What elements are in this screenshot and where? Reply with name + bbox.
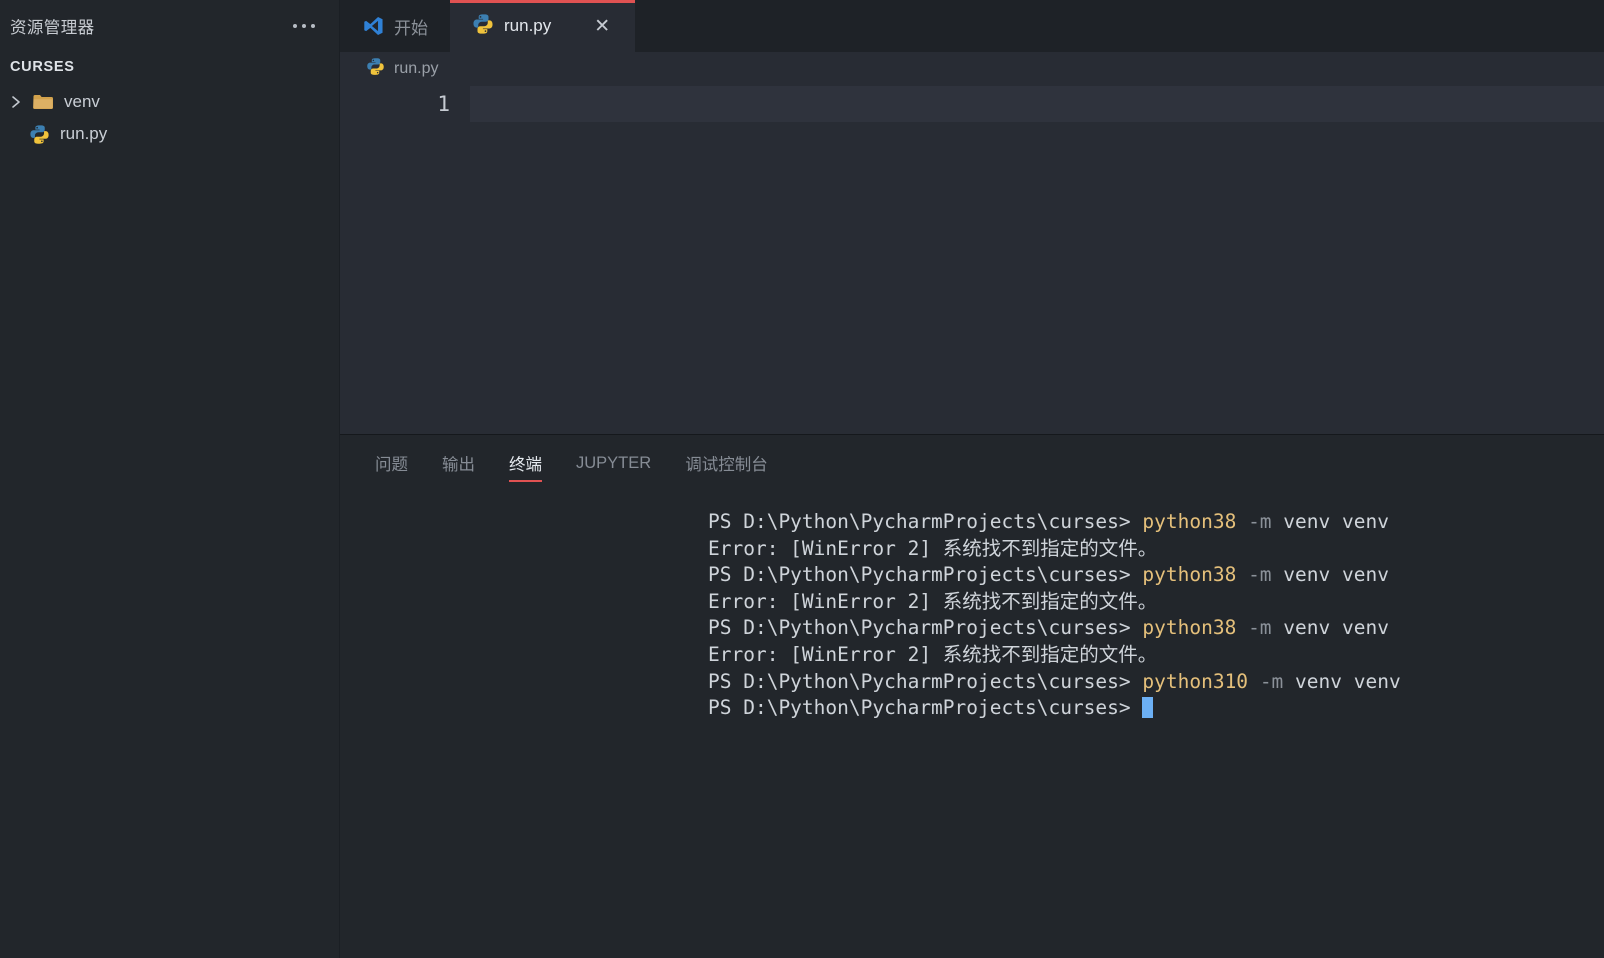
- panel-tab-label: 调试控制台: [685, 456, 768, 474]
- terminal-line: PS D:\Python\PycharmProjects\curses> pyt…: [708, 615, 1604, 642]
- ellipsis-dot: [293, 24, 297, 28]
- terminal-line: PS D:\Python\PycharmProjects\curses> pyt…: [708, 509, 1604, 536]
- panel-tab-label: 问题: [375, 456, 408, 474]
- terminal-cursor: [1142, 697, 1154, 719]
- ellipsis-dot: [302, 24, 306, 28]
- terminal-text: venv venv: [1271, 616, 1389, 640]
- line-content[interactable]: [470, 86, 1604, 122]
- tab-label: run.py: [504, 16, 552, 35]
- terminal-line: PS D:\Python\PycharmProjects\curses>: [708, 695, 1604, 722]
- tree-item-run-py[interactable]: run.py: [0, 118, 339, 150]
- close-icon[interactable]: ✕: [591, 15, 613, 37]
- terminal-line: Error: [WinError 2] 系统找不到指定的文件。: [708, 536, 1604, 563]
- line-number: 1: [437, 92, 450, 116]
- explorer-header: 资源管理器: [0, 0, 339, 52]
- editor-region: 开始 run.py ✕ run.py 1 问题 输出 终端 JUPYTER 调试…: [340, 0, 1604, 958]
- terminal-text: venv venv: [1271, 563, 1389, 587]
- code-surface[interactable]: 1: [340, 86, 1604, 434]
- ellipsis-dot: [311, 24, 315, 28]
- panel-tab-debug-console[interactable]: 调试控制台: [668, 435, 785, 491]
- terminal-text: PS D:\Python\PycharmProjects\curses>: [708, 510, 1143, 533]
- bottom-panel: 问题 输出 终端 JUPYTER 调试控制台 PS D:\Python\Pych…: [340, 434, 1604, 958]
- terminal-text: PS D:\Python\PycharmProjects\curses>: [708, 669, 1143, 693]
- vscode-window: 资源管理器 CURSES venv run.py 开始 run.py ✕ run…: [0, 0, 1604, 958]
- terminal-text: python38: [1142, 510, 1237, 533]
- chevron-right-icon[interactable]: [4, 95, 28, 109]
- terminal-text: venv venv: [1271, 510, 1389, 533]
- terminal-text: -m: [1248, 616, 1272, 640]
- terminal-text: Error: [WinError 2] 系统找不到指定的文件。: [708, 642, 1158, 666]
- terminal-text: -m: [1248, 563, 1272, 587]
- terminal-text: PS D:\Python\PycharmProjects\curses>: [708, 696, 1143, 720]
- tab-run-py[interactable]: run.py ✕: [450, 0, 636, 52]
- breadcrumb[interactable]: run.py: [340, 52, 1604, 86]
- breadcrumb-label: run.py: [394, 60, 439, 77]
- terminal-text: venv venv: [1283, 669, 1401, 693]
- terminal-line: Error: [WinError 2] 系统找不到指定的文件。: [708, 589, 1604, 616]
- workspace-section-header[interactable]: CURSES: [0, 52, 339, 82]
- panel-tab-problems[interactable]: 问题: [358, 435, 425, 491]
- terminal-text: PS D:\Python\PycharmProjects\curses>: [708, 616, 1143, 640]
- panel-tab-output[interactable]: 输出: [425, 435, 492, 491]
- python-file-icon: [24, 124, 54, 145]
- terminal-text: python38: [1142, 563, 1237, 587]
- python-file-icon: [472, 13, 494, 40]
- panel-tab-bar: 问题 输出 终端 JUPYTER 调试控制台: [340, 435, 1604, 491]
- tab-welcome[interactable]: 开始: [340, 0, 450, 52]
- terminal-line: Error: [WinError 2] 系统找不到指定的文件。: [708, 642, 1604, 669]
- code-line: 1: [340, 86, 1604, 122]
- terminal-text: Error: [WinError 2] 系统找不到指定的文件。: [708, 536, 1158, 560]
- tree-item-venv[interactable]: venv: [0, 86, 339, 118]
- terminal-text: python310: [1142, 669, 1249, 693]
- vscode-logo-icon: [362, 15, 384, 37]
- tree-item-label: run.py: [60, 124, 108, 143]
- terminal-text: python38: [1142, 616, 1237, 640]
- python-file-icon: [366, 57, 385, 81]
- terminal-text: Error: [WinError 2] 系统找不到指定的文件。: [708, 589, 1158, 613]
- panel-tab-jupyter[interactable]: JUPYTER: [559, 435, 668, 491]
- panel-tab-label: 终端: [509, 456, 542, 474]
- panel-tab-terminal[interactable]: 终端: [492, 435, 559, 491]
- folder-icon: [28, 94, 58, 110]
- terminal-text: PS D:\Python\PycharmProjects\curses>: [708, 563, 1143, 587]
- panel-tab-label: 输出: [442, 456, 475, 474]
- tab-label: 开始: [394, 18, 428, 38]
- file-tree: venv run.py: [0, 82, 339, 150]
- explorer-sidebar: 资源管理器 CURSES venv run.py: [0, 0, 340, 958]
- panel-tab-label: JUPYTER: [576, 453, 652, 472]
- code-editor: run.py 1: [340, 52, 1604, 434]
- terminal-line: PS D:\Python\PycharmProjects\curses> pyt…: [708, 669, 1604, 696]
- terminal-text: -m: [1248, 510, 1272, 533]
- explorer-title: 资源管理器: [10, 19, 95, 37]
- terminal-output[interactable]: PS D:\Python\PycharmProjects\curses> pyt…: [340, 491, 1604, 958]
- terminal-text: -m: [1259, 669, 1284, 693]
- tree-item-label: venv: [64, 92, 100, 111]
- editor-tab-bar: 开始 run.py ✕: [340, 0, 1604, 52]
- ellipsis-icon[interactable]: [287, 18, 321, 34]
- terminal-line: PS D:\Python\PycharmProjects\curses> pyt…: [708, 562, 1604, 589]
